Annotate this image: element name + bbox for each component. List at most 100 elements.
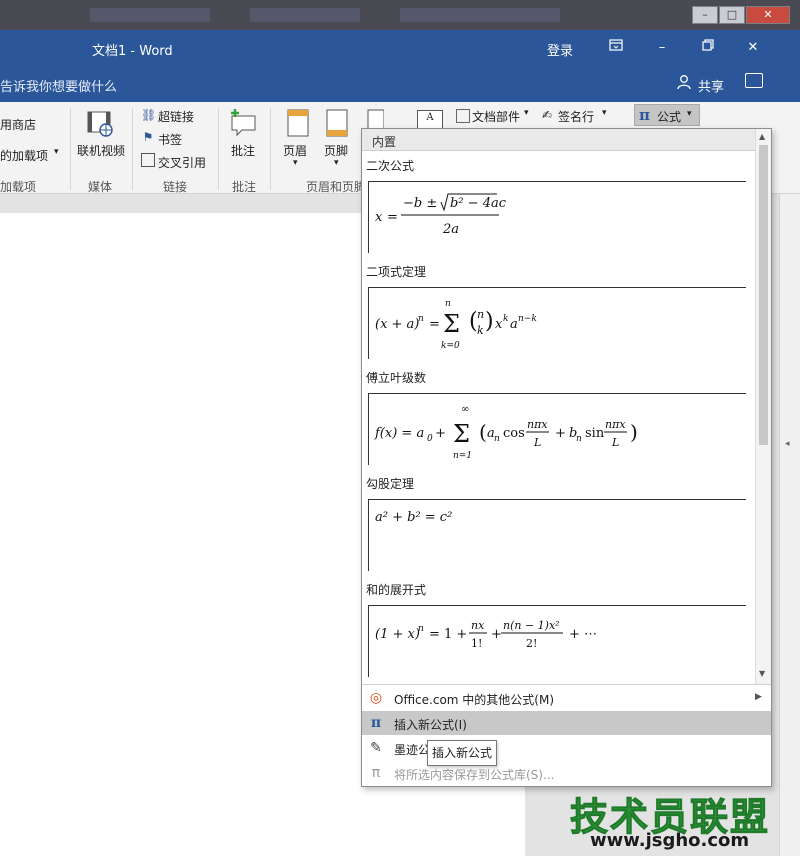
- office-icon: ◎: [369, 690, 383, 706]
- signin-link[interactable]: 登录: [547, 40, 573, 59]
- outer-maximize-button[interactable]: □: [719, 6, 745, 24]
- signature-line-icon: ✍: [541, 108, 553, 122]
- footer-button[interactable]: 页脚: [324, 142, 348, 159]
- group-separator: [218, 108, 219, 190]
- restore-icon[interactable]: [698, 39, 718, 57]
- equation-title: 傅立叶级数: [366, 371, 427, 385]
- hyperlink-icon: ⛓: [141, 108, 157, 122]
- tooltip: 插入新公式: [427, 740, 497, 766]
- svg-text:L: L: [611, 436, 619, 449]
- svg-text:a² + b² = c²: a² + b² = c²: [375, 510, 452, 525]
- comments-icon[interactable]: [745, 73, 763, 88]
- svg-text:n: n: [445, 299, 451, 309]
- hyperlink-button[interactable]: 超链接: [158, 108, 194, 125]
- scroll-arrow-icon[interactable]: ◂: [785, 439, 790, 449]
- save-to-gallery-item: π 将所选内容保存到公式库(S)...: [362, 761, 771, 785]
- equation-formula: a² + b² = c²: [375, 510, 452, 525]
- equation-preview-sum-expansion[interactable]: (1 + x) n = 1 + nx 1! + n(n − 1)x² 2! + …: [368, 605, 746, 677]
- my-addins-button[interactable]: 的加载项: [0, 147, 48, 164]
- outer-minimize-button[interactable]: –: [692, 6, 718, 24]
- svg-text:n: n: [477, 308, 484, 321]
- svg-text:nx: nx: [471, 619, 485, 632]
- svg-text:n−k: n−k: [518, 314, 537, 324]
- svg-text:k: k: [477, 324, 484, 337]
- svg-text:k: k: [503, 314, 508, 324]
- chevron-down-icon[interactable]: ▾: [334, 158, 339, 168]
- gallery-header: 内置: [362, 129, 755, 151]
- title-bar: 文档1 - Word 登录 – ✕: [0, 30, 800, 68]
- outer-close-button[interactable]: ✕: [746, 6, 790, 24]
- background-taskbar: – □ ✕: [0, 0, 800, 30]
- chevron-down-icon[interactable]: ▾: [602, 108, 607, 118]
- close-icon[interactable]: ✕: [743, 39, 763, 57]
- vertical-scrollbar[interactable]: ◂: [779, 194, 800, 856]
- chevron-down-icon[interactable]: ▾: [293, 158, 298, 168]
- chevron-down-icon[interactable]: ▾: [524, 108, 529, 118]
- svg-text:Σ: Σ: [453, 420, 470, 448]
- quick-parts-icon: [456, 109, 470, 123]
- quick-parts-button[interactable]: 文档部件: [472, 108, 520, 125]
- equation-preview-binomial[interactable]: (x + a) n = n Σ k=0 ( n k ) x k a n−k: [368, 287, 746, 359]
- svg-text:sin: sin: [585, 426, 605, 441]
- chevron-down-icon[interactable]: ▾: [54, 147, 59, 157]
- scroll-down-icon[interactable]: ▼: [759, 669, 765, 678]
- svg-text:): ): [485, 309, 494, 334]
- equation-title: 二项式定理: [366, 265, 427, 279]
- person-icon: [676, 74, 692, 94]
- bookmark-icon: ⚑: [142, 130, 154, 144]
- equation-formula: (x + a) n = n Σ k=0 ( n k ) x k a n−k: [375, 299, 537, 351]
- chevron-right-icon: ▶: [755, 692, 762, 702]
- svg-text:): ): [630, 420, 638, 444]
- bookmark-button[interactable]: 书签: [158, 131, 182, 148]
- online-video-button[interactable]: 联机视频: [77, 142, 125, 159]
- svg-text:+ ⋯: + ⋯: [569, 627, 597, 642]
- svg-text:= 1 +: = 1 +: [429, 627, 467, 642]
- equation-formula: x = −b ± b² − 4ac 2a: [375, 193, 507, 237]
- svg-text:(1 + x): (1 + x): [375, 627, 420, 642]
- svg-text:(: (: [479, 420, 487, 444]
- svg-text:f(x) = a: f(x) = a: [374, 426, 424, 441]
- group-separator: [132, 108, 133, 190]
- svg-text:x: x: [495, 317, 503, 332]
- equation-preview-quadratic[interactable]: x = −b ± b² − 4ac 2a: [368, 181, 746, 253]
- equation-button[interactable]: π 公式 ▾: [634, 104, 700, 126]
- header-button[interactable]: 页眉: [283, 142, 307, 159]
- group-separator: [70, 108, 71, 190]
- svg-text:∞: ∞: [461, 404, 469, 415]
- ink-equation-item[interactable]: ✎ 墨迹公: [362, 736, 771, 760]
- office-more-equations-item[interactable]: ◎ Office.com 中的其他公式(M) ▶: [362, 686, 771, 710]
- chevron-down-icon: ▾: [687, 109, 692, 119]
- group-separator: [270, 108, 271, 190]
- svg-text:n: n: [576, 434, 582, 444]
- svg-text:n: n: [418, 624, 424, 634]
- gallery-scrollbar[interactable]: ▲ ▼: [755, 129, 771, 684]
- insert-new-equation-item[interactable]: π 插入新公式(I): [362, 711, 771, 735]
- svg-text:n=1: n=1: [453, 451, 472, 461]
- equation-preview-fourier[interactable]: f(x) = a 0 + ∞ Σ n=1 ( a n cos nπx L + b…: [368, 393, 746, 465]
- new-comment-button[interactable]: 批注: [231, 142, 255, 159]
- store-button[interactable]: 用商店: [0, 116, 36, 133]
- background-tab: [250, 8, 360, 22]
- share-button[interactable]: 共享: [698, 76, 724, 95]
- pi-icon: π: [370, 715, 382, 731]
- equation-label: 公式: [657, 110, 682, 124]
- svg-text:1!: 1!: [471, 637, 482, 650]
- menu-divider: [362, 684, 771, 685]
- svg-text:0: 0: [427, 434, 433, 444]
- svg-text:+: +: [555, 426, 566, 441]
- svg-text:n(n − 1)x²: n(n − 1)x²: [503, 619, 560, 632]
- tell-me-input[interactable]: 告诉我你想要做什么: [0, 76, 117, 95]
- signature-line-button[interactable]: 签名行: [558, 108, 594, 125]
- scrollbar-thumb[interactable]: [759, 145, 768, 445]
- svg-text:2a: 2a: [442, 222, 459, 237]
- ribbon-display-options-icon[interactable]: [606, 39, 626, 57]
- minimize-icon[interactable]: –: [652, 39, 672, 57]
- crossref-button[interactable]: 交叉引用: [158, 154, 206, 171]
- svg-text:x: x: [375, 210, 383, 225]
- svg-text:+: +: [435, 426, 446, 441]
- svg-text:+: +: [491, 627, 502, 642]
- group-label-media: 媒体: [88, 180, 113, 194]
- equation-formula: f(x) = a 0 + ∞ Σ n=1 ( a n cos nπx L + b…: [374, 404, 638, 461]
- scroll-up-icon[interactable]: ▲: [759, 132, 765, 141]
- equation-preview-pythagorean[interactable]: a² + b² = c²: [368, 499, 746, 571]
